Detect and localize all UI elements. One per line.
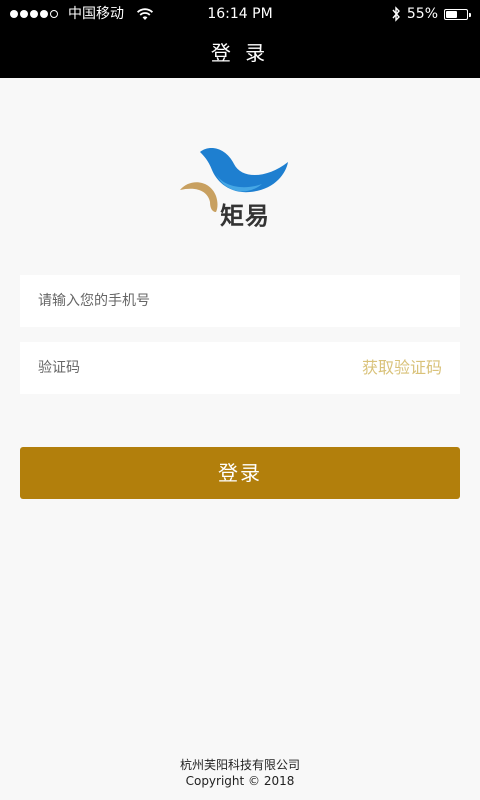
page-title: 登 录 (210, 41, 270, 65)
status-right: 55% (391, 0, 471, 28)
verification-code-field: 获取验证码 (20, 342, 460, 394)
nav-bar: 登 录 (0, 28, 480, 78)
get-code-button[interactable]: 获取验证码 (362, 342, 442, 394)
bluetooth-icon (392, 6, 400, 22)
battery-level (446, 10, 457, 18)
phone-input[interactable] (38, 275, 438, 327)
login-button[interactable]: 登录 (20, 447, 460, 499)
status-bar: 中国移动 16:14 PM 55% (0, 0, 480, 28)
phone-field (20, 275, 460, 327)
footer-copyright: Copyright © 2018 (185, 774, 295, 788)
logo-text: 矩易 (220, 202, 270, 230)
app-logo: 矩易 (176, 144, 294, 230)
login-screen: 中国移动 16:14 PM 55% 登 录 矩易 请输入您的手机号 验证码 获取… (0, 0, 480, 800)
footer-company: 杭州芙阳科技有限公司 (179, 758, 300, 772)
verification-code-input[interactable] (38, 342, 338, 394)
battery-percent: 55% (406, 6, 438, 22)
battery-icon (444, 8, 471, 20)
